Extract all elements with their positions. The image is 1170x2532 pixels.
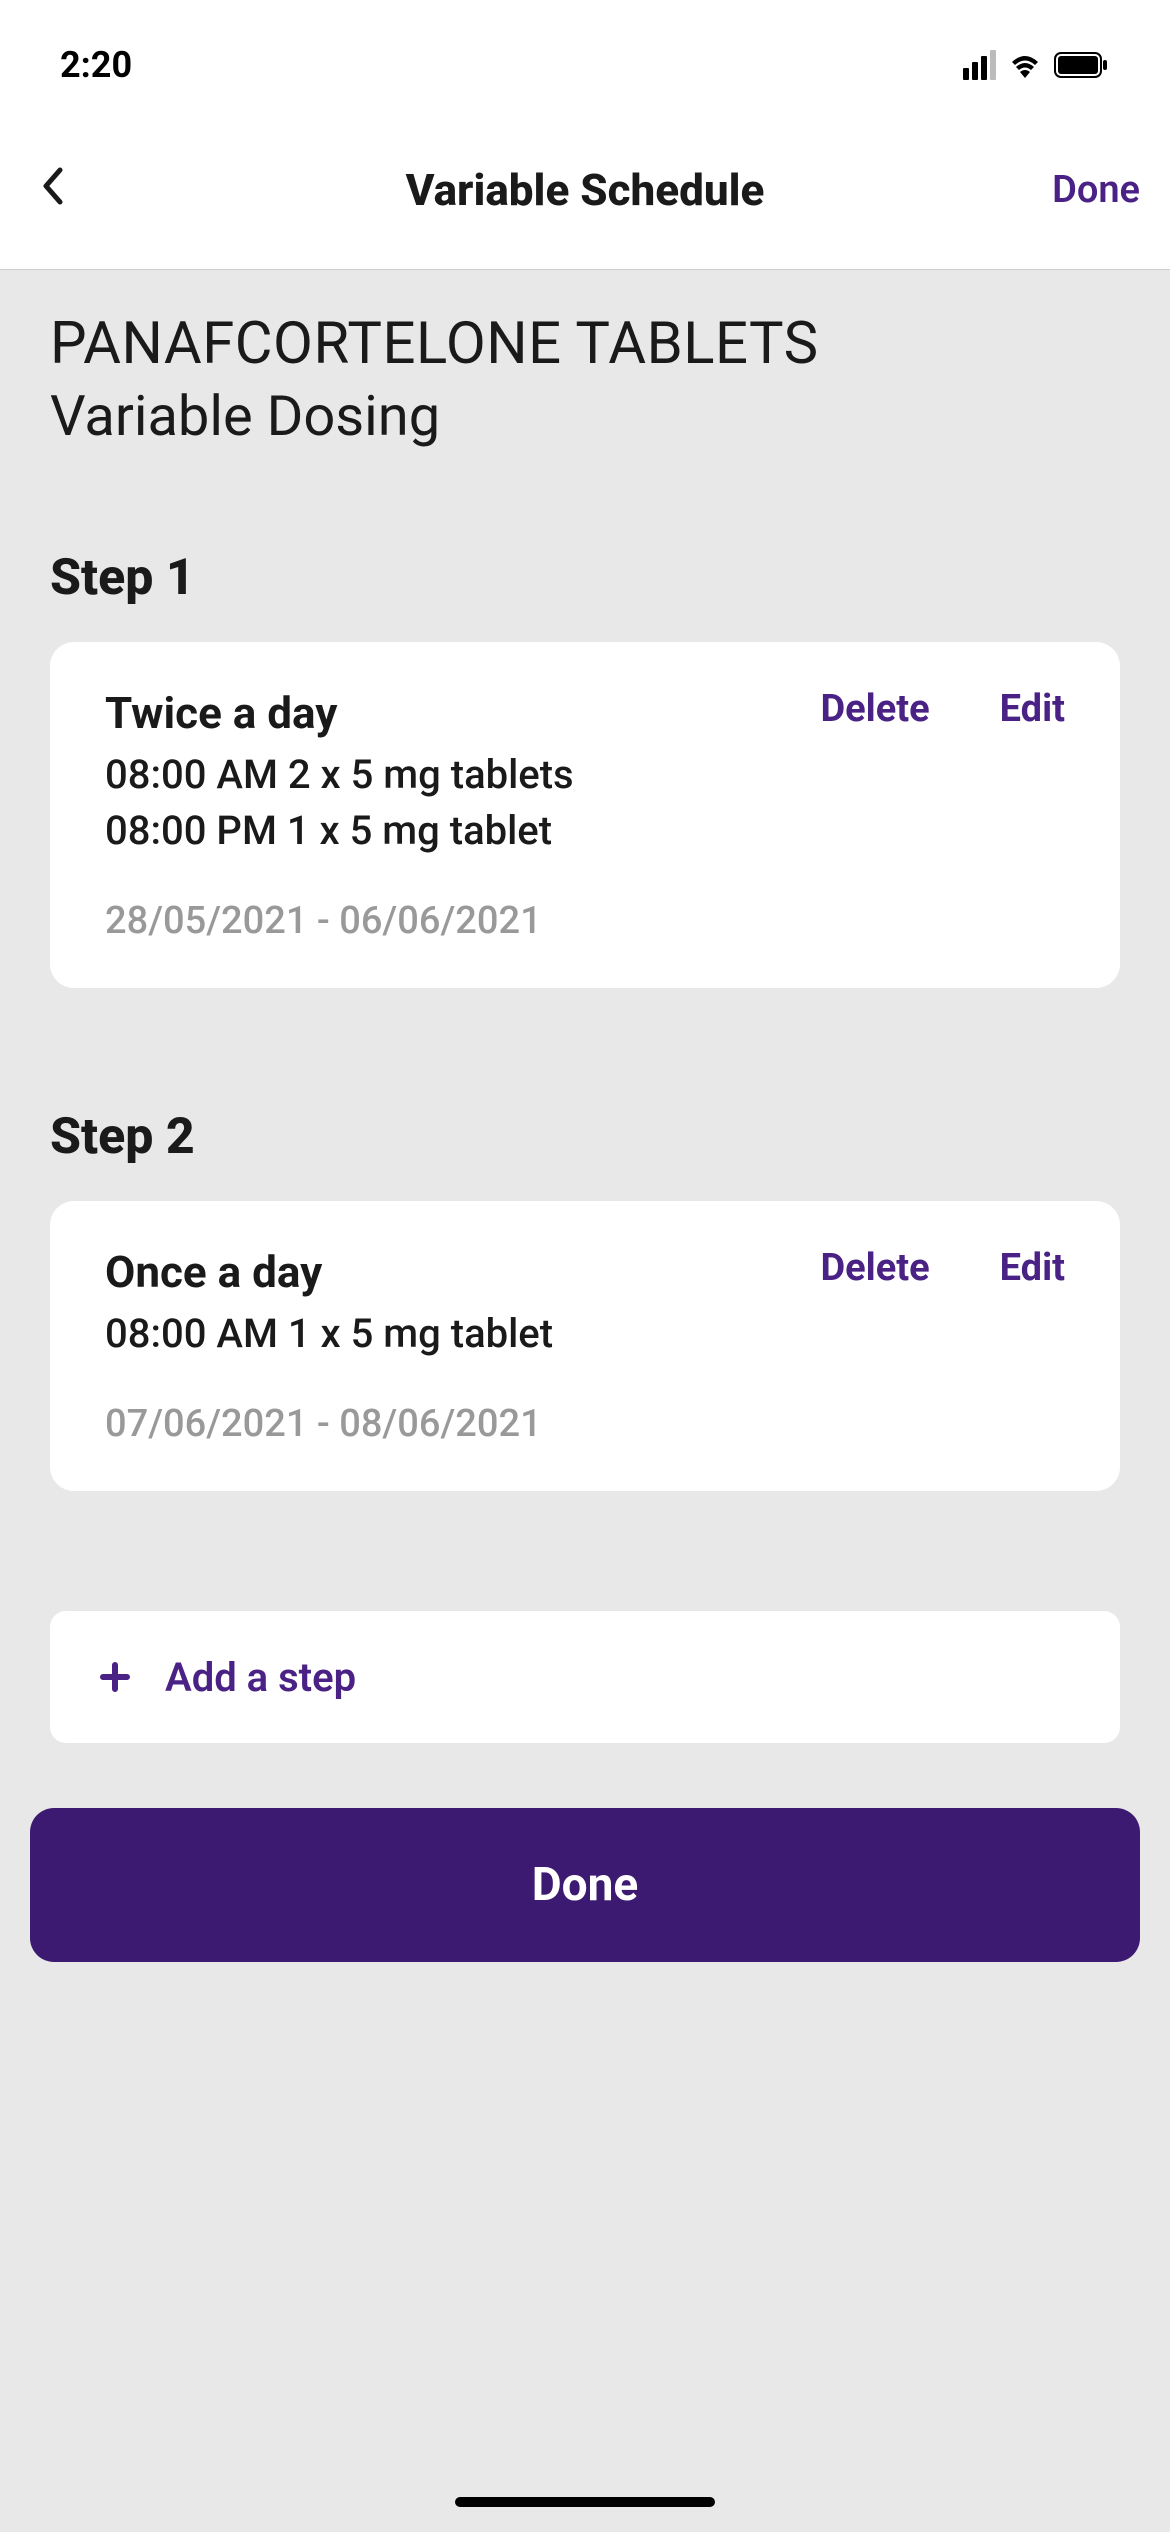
nav-header: Variable Schedule Done xyxy=(0,110,1170,270)
page-title: Variable Schedule xyxy=(406,164,765,216)
step-2-label: Step 2 xyxy=(50,1108,1120,1166)
chevron-left-icon xyxy=(40,166,64,206)
step-1-dose-2: 08:00 PM 1 x 5 mg tablet xyxy=(105,803,1065,859)
step-1-date-range: 28/05/2021 - 06/06/2021 xyxy=(105,899,1065,943)
step-2-frequency: Once a day xyxy=(105,1246,322,1298)
home-indicator[interactable] xyxy=(455,2497,715,2507)
back-button[interactable] xyxy=(30,151,74,228)
step-2-delete-button[interactable]: Delete xyxy=(820,1246,929,1290)
add-step-label: Add a step xyxy=(165,1654,356,1701)
step-1-edit-button[interactable]: Edit xyxy=(1000,687,1065,731)
done-button[interactable]: Done xyxy=(30,1808,1140,1962)
step-1-frequency: Twice a day xyxy=(105,687,337,739)
step-1-label: Step 1 xyxy=(50,549,1120,607)
step-1-card: Twice a day Delete Edit 08:00 AM 2 x 5 m… xyxy=(50,642,1120,988)
medication-name: PANAFCORTELONE TABLETS xyxy=(50,310,1120,378)
nav-done-button[interactable]: Done xyxy=(1052,168,1140,212)
done-button-label: Done xyxy=(532,1858,639,1912)
signal-icon xyxy=(963,50,996,80)
status-time: 2:20 xyxy=(60,44,132,86)
step-2-card: Once a day Delete Edit 08:00 AM 1 x 5 mg… xyxy=(50,1201,1120,1491)
plus-icon xyxy=(100,1651,130,1703)
step-1-dose-1: 08:00 AM 2 x 5 mg tablets xyxy=(105,747,1065,803)
step-2-dose-1: 08:00 AM 1 x 5 mg tablet xyxy=(105,1306,1065,1362)
content-area: PANAFCORTELONE TABLETS Variable Dosing S… xyxy=(0,270,1170,2002)
step-1-delete-button[interactable]: Delete xyxy=(820,687,929,731)
add-step-button[interactable]: Add a step xyxy=(50,1611,1120,1743)
battery-icon xyxy=(1054,52,1110,78)
status-bar: 2:20 xyxy=(0,0,1170,110)
wifi-icon xyxy=(1008,52,1042,78)
status-icons xyxy=(963,50,1110,80)
step-2-date-range: 07/06/2021 - 08/06/2021 xyxy=(105,1402,1065,1446)
step-2-edit-button[interactable]: Edit xyxy=(1000,1246,1065,1290)
medication-subtitle: Variable Dosing xyxy=(50,383,1120,449)
